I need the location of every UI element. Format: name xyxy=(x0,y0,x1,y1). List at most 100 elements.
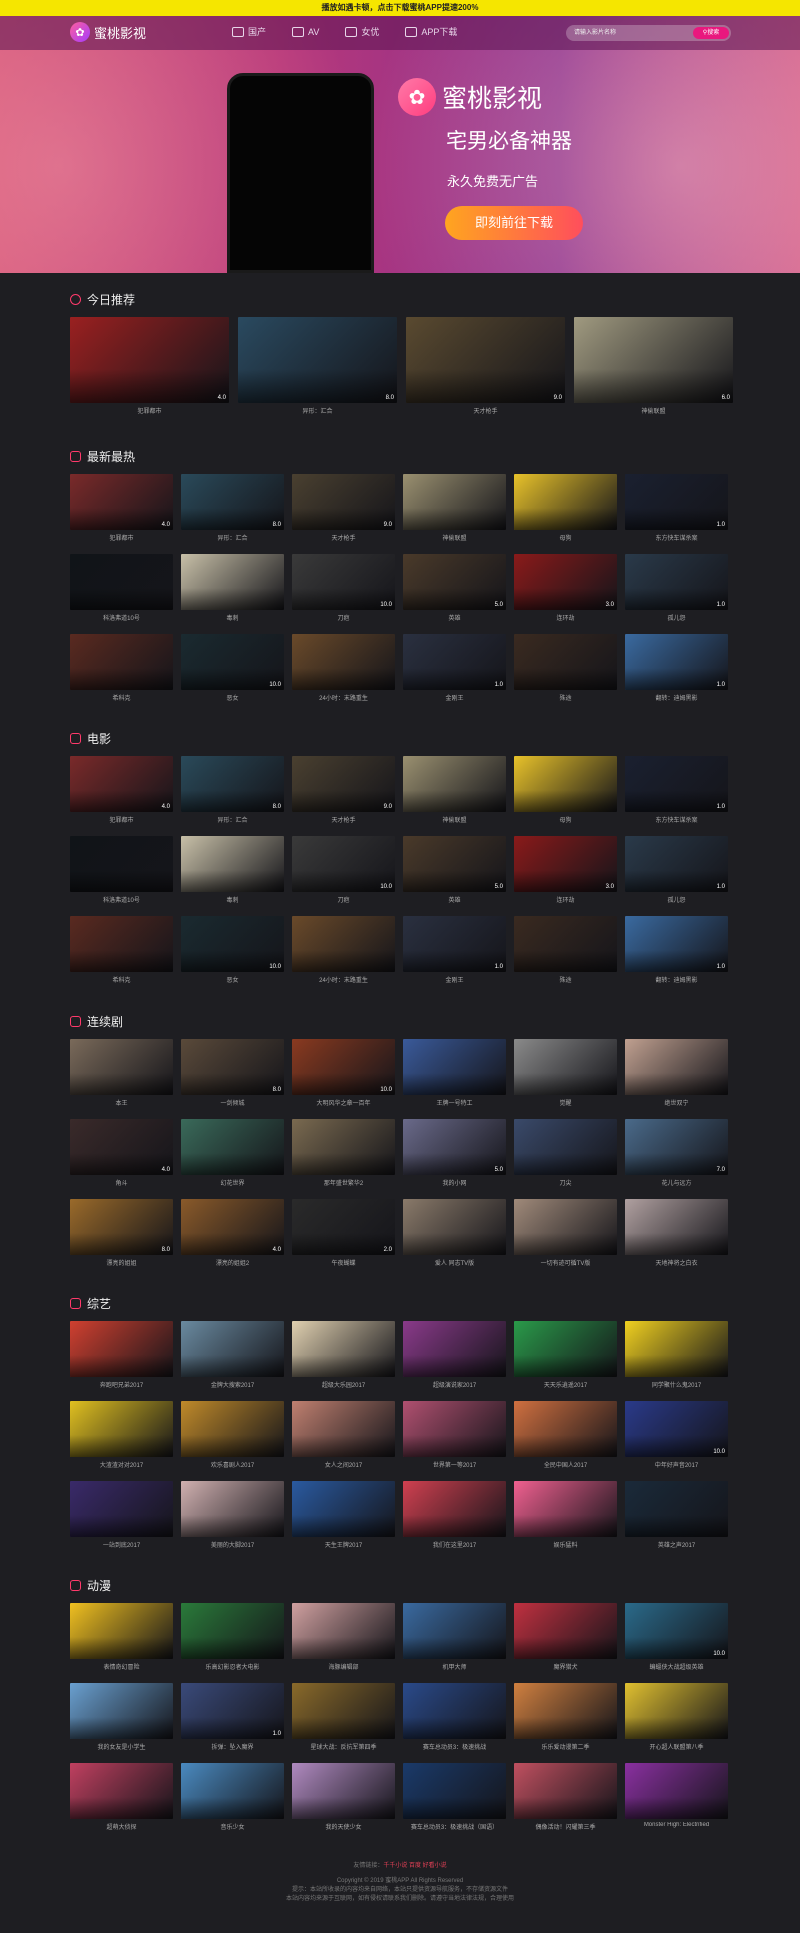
video-title[interactable]: 拆弹：坠入魔界 xyxy=(181,1742,284,1751)
video-title[interactable]: 金刚王 xyxy=(403,693,506,702)
video-title[interactable]: 机甲大师 xyxy=(403,1662,506,1671)
video-thumbnail[interactable] xyxy=(514,1683,617,1739)
video-card[interactable]: 神偷联盟 xyxy=(403,756,506,836)
video-card[interactable]: 4.0 犯罪都市 xyxy=(70,474,173,554)
video-card[interactable]: 美丽的大脚2017 xyxy=(181,1481,284,1561)
video-title[interactable]: 一站到底2017 xyxy=(70,1540,173,1549)
video-title[interactable]: 刀疤 xyxy=(292,613,395,622)
video-card[interactable]: 那年盛世繁华2 xyxy=(292,1119,395,1199)
video-card[interactable]: 3.0 连环劫 xyxy=(514,836,617,916)
video-title[interactable]: 刀疤 xyxy=(292,895,395,904)
video-thumbnail[interactable] xyxy=(292,1321,395,1377)
video-title[interactable]: 绝世双宁 xyxy=(625,1098,728,1107)
video-thumbnail[interactable] xyxy=(403,1481,506,1537)
video-card[interactable]: 超萌大侦探 xyxy=(70,1763,173,1843)
video-card[interactable]: 5.0 我的小网 xyxy=(403,1119,506,1199)
video-card[interactable]: 大渣渣对对2017 xyxy=(70,1401,173,1481)
video-card[interactable]: 天地神将之白衣 xyxy=(625,1199,728,1279)
video-card[interactable]: 4.0 犯罪都市 xyxy=(70,317,229,417)
video-thumbnail[interactable]: 3.0 xyxy=(514,554,617,610)
video-card[interactable]: Monster High: Electrified xyxy=(625,1763,728,1843)
video-title[interactable]: 恶女 xyxy=(181,975,284,984)
video-thumbnail[interactable] xyxy=(514,1401,617,1457)
search-button[interactable]: ⚲搜索 xyxy=(693,27,729,39)
video-thumbnail[interactable] xyxy=(514,1481,617,1537)
video-title[interactable]: 神偷联盟 xyxy=(574,406,733,415)
video-thumbnail[interactable]: 5.0 xyxy=(403,554,506,610)
video-thumbnail[interactable] xyxy=(70,1481,173,1537)
video-title[interactable]: 科洛弗道10号 xyxy=(70,895,173,904)
video-thumbnail[interactable] xyxy=(181,836,284,892)
video-thumbnail[interactable]: 9.0 xyxy=(292,474,395,530)
video-title[interactable]: 世界第一等2017 xyxy=(403,1460,506,1469)
video-thumbnail[interactable] xyxy=(625,1039,728,1095)
video-title[interactable]: 漂亮的姐姐 xyxy=(70,1258,173,1267)
video-card[interactable]: 24小时：末路重生 xyxy=(292,916,395,996)
video-title[interactable]: 海豚编辑部 xyxy=(292,1662,395,1671)
video-title[interactable]: 超级大乐园2017 xyxy=(292,1380,395,1389)
video-thumbnail[interactable]: 10.0 xyxy=(292,1039,395,1095)
video-title[interactable]: 超级演说家2017 xyxy=(403,1380,506,1389)
video-thumbnail[interactable]: 10.0 xyxy=(292,554,395,610)
video-card[interactable]: 1.0 翻转：迪姆黑影 xyxy=(625,916,728,996)
video-thumbnail[interactable]: 2.0 xyxy=(292,1199,395,1255)
nav-item-0[interactable]: 国产 xyxy=(232,25,266,38)
video-card[interactable]: 英雄之声2017 xyxy=(625,1481,728,1561)
video-card[interactable]: 3.0 连环劫 xyxy=(514,554,617,634)
video-card[interactable]: 8.0 一剑倾城 xyxy=(181,1039,284,1119)
video-title[interactable]: 毒刺 xyxy=(181,613,284,622)
video-card[interactable]: 母狗 xyxy=(514,474,617,554)
video-thumbnail[interactable] xyxy=(514,1321,617,1377)
video-card[interactable]: 奔跑吧兄弟2017 xyxy=(70,1321,173,1401)
video-card[interactable]: 5.0 英雄 xyxy=(403,554,506,634)
video-thumbnail[interactable]: 10.0 xyxy=(625,1401,728,1457)
video-card[interactable]: 1.0 孤儿怨 xyxy=(625,836,728,916)
video-title[interactable]: 天才枪手 xyxy=(292,815,395,824)
video-thumbnail[interactable] xyxy=(514,1119,617,1175)
video-thumbnail[interactable]: 1.0 xyxy=(403,634,506,690)
video-title[interactable]: 乐乐爱动漫第二季 xyxy=(514,1742,617,1751)
video-thumbnail[interactable] xyxy=(292,1401,395,1457)
video-card[interactable]: 绝世双宁 xyxy=(625,1039,728,1119)
video-thumbnail[interactable]: 10.0 xyxy=(181,916,284,972)
video-thumbnail[interactable] xyxy=(514,1763,617,1819)
video-thumbnail[interactable] xyxy=(514,1603,617,1659)
video-card[interactable]: 10.0 中年好声音2017 xyxy=(625,1401,728,1481)
video-title[interactable]: 表情奇幻冒险 xyxy=(70,1662,173,1671)
video-title[interactable]: 赛车总动员3：极速挑战 xyxy=(403,1742,506,1751)
video-title[interactable]: 花儿与远方 xyxy=(625,1178,728,1187)
video-card[interactable]: 10.0 蝙蝠侠大战超级英雄 xyxy=(625,1603,728,1683)
video-thumbnail[interactable] xyxy=(403,1321,506,1377)
footer-hot-links[interactable]: 千千小说 百度 好看小说 xyxy=(383,1863,446,1869)
video-title[interactable]: 金刚王 xyxy=(403,975,506,984)
video-card[interactable]: 科洛弗道10号 xyxy=(70,554,173,634)
video-thumbnail[interactable] xyxy=(625,1199,728,1255)
video-title[interactable]: 异形：汇合 xyxy=(181,533,284,542)
video-card[interactable]: 8.0 异形：汇合 xyxy=(238,317,397,417)
video-thumbnail[interactable] xyxy=(625,1481,728,1537)
video-thumbnail[interactable] xyxy=(403,474,506,530)
video-title[interactable]: 音乐少女 xyxy=(181,1822,284,1831)
video-thumbnail[interactable] xyxy=(514,916,617,972)
video-thumbnail[interactable]: 4.0 xyxy=(70,756,173,812)
video-thumbnail[interactable] xyxy=(625,1321,728,1377)
video-title[interactable]: 东方快车谋杀案 xyxy=(625,533,728,542)
video-thumbnail[interactable]: 6.0 xyxy=(574,317,733,403)
video-card[interactable]: 10.0 恶女 xyxy=(181,634,284,714)
video-thumbnail[interactable] xyxy=(403,1401,506,1457)
video-card[interactable]: 10.0 恶女 xyxy=(181,916,284,996)
video-card[interactable]: 8.0 异形：汇合 xyxy=(181,474,284,554)
video-thumbnail[interactable]: 5.0 xyxy=(403,1119,506,1175)
video-title[interactable]: 那年盛世繁华2 xyxy=(292,1178,395,1187)
video-title[interactable]: 刀尖 xyxy=(514,1178,617,1187)
video-thumbnail[interactable]: 8.0 xyxy=(181,756,284,812)
video-card[interactable]: 10.0 刀疤 xyxy=(292,836,395,916)
video-card[interactable]: 王牌一号特工 xyxy=(403,1039,506,1119)
video-thumbnail[interactable] xyxy=(181,554,284,610)
video-title[interactable]: 超萌大侦探 xyxy=(70,1822,173,1831)
video-title[interactable]: 天天乐逍遥2017 xyxy=(514,1380,617,1389)
video-card[interactable]: 1.0 金刚王 xyxy=(403,634,506,714)
video-thumbnail[interactable]: 8.0 xyxy=(70,1199,173,1255)
video-title[interactable]: 天生王牌2017 xyxy=(292,1540,395,1549)
video-thumbnail[interactable]: 10.0 xyxy=(292,836,395,892)
